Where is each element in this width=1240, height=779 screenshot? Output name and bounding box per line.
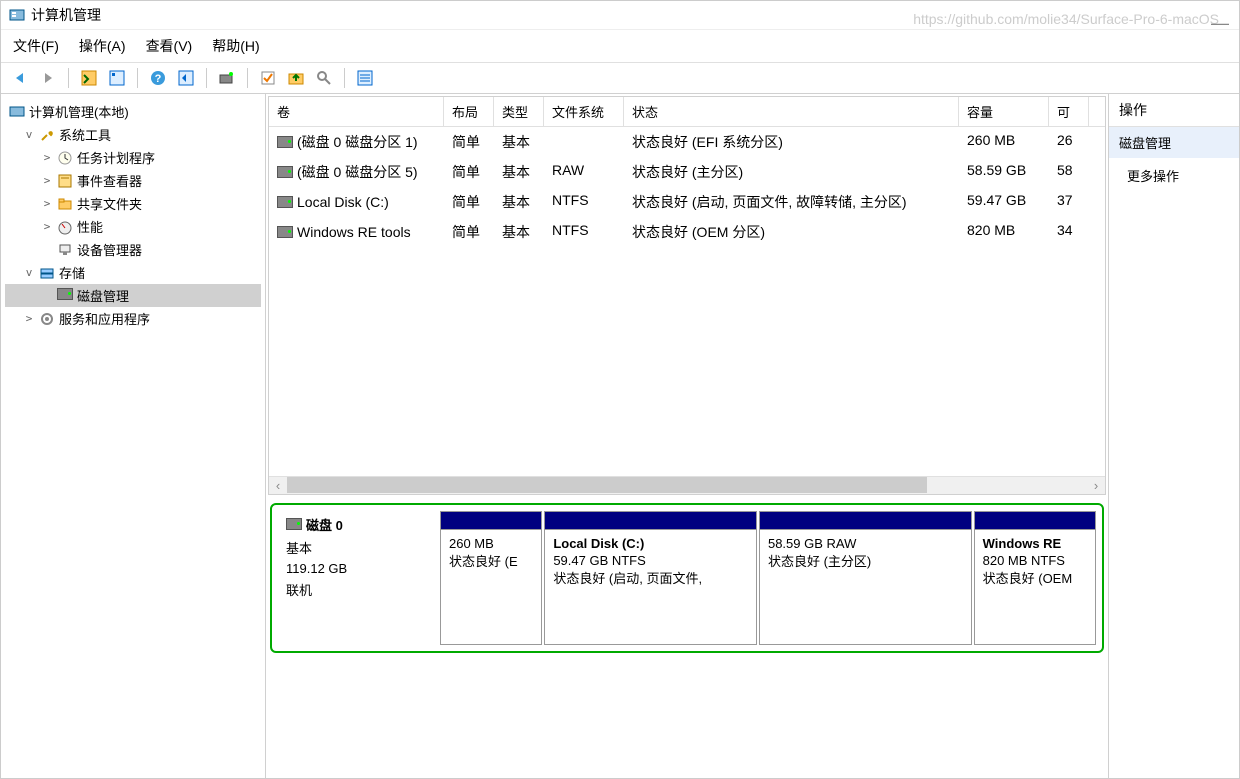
- col-type[interactable]: 类型: [494, 97, 544, 126]
- nav-tree: 计算机管理(本地) v 系统工具 > 任务计划程序 > 事件查看器 > 共享文件…: [1, 94, 266, 778]
- search-icon[interactable]: [313, 67, 335, 89]
- gauge-icon: [57, 219, 73, 235]
- col-available[interactable]: 可: [1049, 97, 1089, 126]
- volume-icon: [277, 166, 293, 178]
- forward-button[interactable]: [37, 67, 59, 89]
- back-button[interactable]: [9, 67, 31, 89]
- col-volume[interactable]: 卷: [269, 97, 444, 126]
- tree-scheduler[interactable]: > 任务计划程序: [5, 146, 261, 169]
- device-icon: [57, 242, 73, 258]
- partition-header-bar: [545, 512, 756, 530]
- show-hide-icon[interactable]: [78, 67, 100, 89]
- volume-icon: [277, 226, 293, 238]
- minimize-button[interactable]: —: [1211, 13, 1229, 34]
- expand-icon[interactable]: >: [23, 312, 35, 325]
- partition-block[interactable]: 58.59 GB RAW状态良好 (主分区): [759, 511, 972, 645]
- volume-row[interactable]: (磁盘 0 磁盘分区 5)简单基本RAW状态良好 (主分区)58.59 GB58: [269, 157, 1105, 187]
- partition-header-bar: [441, 512, 541, 530]
- services-icon: [39, 311, 55, 327]
- volume-header-row: 卷 布局 类型 文件系统 状态 容量 可: [269, 97, 1105, 127]
- disk-icon: [286, 518, 302, 530]
- tools-icon: [39, 127, 55, 143]
- disk-graphical-panel: 磁盘 0 基本 119.12 GB 联机 260 MB状态良好 (ELocal …: [270, 503, 1104, 653]
- window-title: 计算机管理: [31, 5, 101, 25]
- collapse-icon[interactable]: v: [23, 266, 35, 279]
- partition-header-bar: [975, 512, 1095, 530]
- toolbar: ?: [1, 63, 1239, 94]
- expand-icon[interactable]: >: [41, 220, 53, 233]
- tree-disk-management[interactable]: > 磁盘管理: [5, 284, 261, 307]
- volume-row[interactable]: (磁盘 0 磁盘分区 1)简单基本状态良好 (EFI 系统分区)260 MB26: [269, 127, 1105, 157]
- menu-file[interactable]: 文件(F): [13, 36, 59, 56]
- volume-row[interactable]: Windows RE tools简单基本NTFS状态良好 (OEM 分区)820…: [269, 217, 1105, 247]
- collapse-icon[interactable]: v: [23, 128, 35, 141]
- computer-icon: [9, 104, 25, 120]
- list-icon[interactable]: [354, 67, 376, 89]
- expand-icon[interactable]: >: [41, 151, 53, 164]
- watermark: https://github.com/molie34/Surface-Pro-6…: [913, 11, 1219, 27]
- volume-icon: [277, 196, 293, 208]
- properties-icon[interactable]: [106, 67, 128, 89]
- disk-icon: [57, 288, 73, 304]
- menu-action[interactable]: 操作(A): [79, 36, 126, 56]
- more-actions[interactable]: 更多操作: [1109, 158, 1239, 193]
- menu-help[interactable]: 帮助(H): [212, 36, 259, 56]
- folder-icon: [57, 196, 73, 212]
- actions-pane: 操作 磁盘管理 更多操作: [1109, 94, 1239, 778]
- help-icon[interactable]: ?: [147, 67, 169, 89]
- col-layout[interactable]: 布局: [444, 97, 494, 126]
- disk-info[interactable]: 磁盘 0 基本 119.12 GB 联机: [278, 511, 438, 645]
- partition-block[interactable]: Windows RE820 MB NTFS状态良好 (OEM: [974, 511, 1096, 645]
- partition-block[interactable]: Local Disk (C:)59.47 GB NTFS状态良好 (启动, 页面…: [544, 511, 757, 645]
- tree-event-viewer[interactable]: > 事件查看器: [5, 169, 261, 192]
- col-status[interactable]: 状态: [624, 97, 959, 126]
- app-icon: [9, 7, 25, 23]
- event-icon: [57, 173, 73, 189]
- storage-icon: [39, 265, 55, 281]
- scroll-right-icon[interactable]: ›: [1087, 478, 1105, 493]
- tree-device-manager[interactable]: > 设备管理器: [5, 238, 261, 261]
- partition-block[interactable]: 260 MB状态良好 (E: [440, 511, 542, 645]
- tree-services[interactable]: > 服务和应用程序: [5, 307, 261, 330]
- expand-icon[interactable]: >: [41, 197, 53, 210]
- col-filesystem[interactable]: 文件系统: [544, 97, 624, 126]
- tree-storage[interactable]: v 存储: [5, 261, 261, 284]
- menubar: 文件(F) 操作(A) 查看(V) 帮助(H): [1, 30, 1239, 63]
- expand-icon[interactable]: >: [41, 174, 53, 187]
- actions-category[interactable]: 磁盘管理: [1109, 127, 1239, 158]
- refresh-icon[interactable]: [175, 67, 197, 89]
- tree-system-tools[interactable]: v 系统工具: [5, 123, 261, 146]
- horizontal-scrollbar[interactable]: ‹ ›: [269, 476, 1105, 494]
- tree-performance[interactable]: > 性能: [5, 215, 261, 238]
- check-icon[interactable]: [257, 67, 279, 89]
- svg-text:?: ?: [155, 73, 162, 85]
- tree-shared-folders[interactable]: > 共享文件夹: [5, 192, 261, 215]
- actions-header: 操作: [1109, 94, 1239, 127]
- tree-root[interactable]: 计算机管理(本地): [5, 100, 261, 123]
- menu-view[interactable]: 查看(V): [146, 36, 193, 56]
- volume-row[interactable]: Local Disk (C:)简单基本NTFS状态良好 (启动, 页面文件, 故…: [269, 187, 1105, 217]
- partition-header-bar: [760, 512, 971, 530]
- volume-icon: [277, 136, 293, 148]
- clock-icon: [57, 150, 73, 166]
- folder-up-icon[interactable]: [285, 67, 307, 89]
- scroll-left-icon[interactable]: ‹: [269, 478, 287, 493]
- scan-icon[interactable]: [216, 67, 238, 89]
- col-capacity[interactable]: 容量: [959, 97, 1049, 126]
